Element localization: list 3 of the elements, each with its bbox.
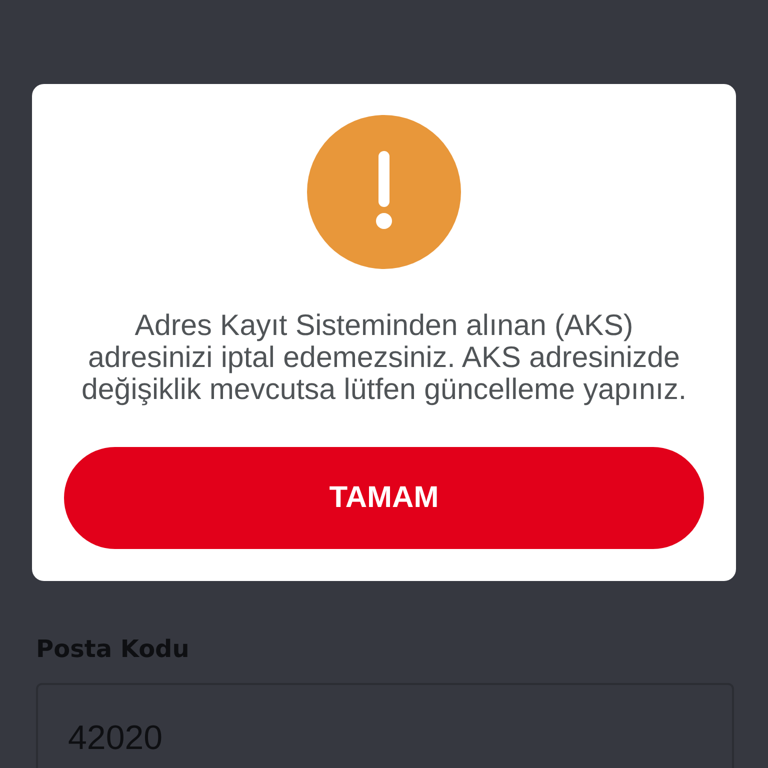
warning-icon [307, 115, 461, 269]
ok-button[interactable]: TAMAM [64, 447, 704, 549]
dialog-message: Adres Kayıt Sisteminden alınan (AKS) adresinizi iptal edemezsiniz. AKS adresinizde değişiklik mevcutsa lütfen güncelleme yapınız. [80, 310, 688, 406]
